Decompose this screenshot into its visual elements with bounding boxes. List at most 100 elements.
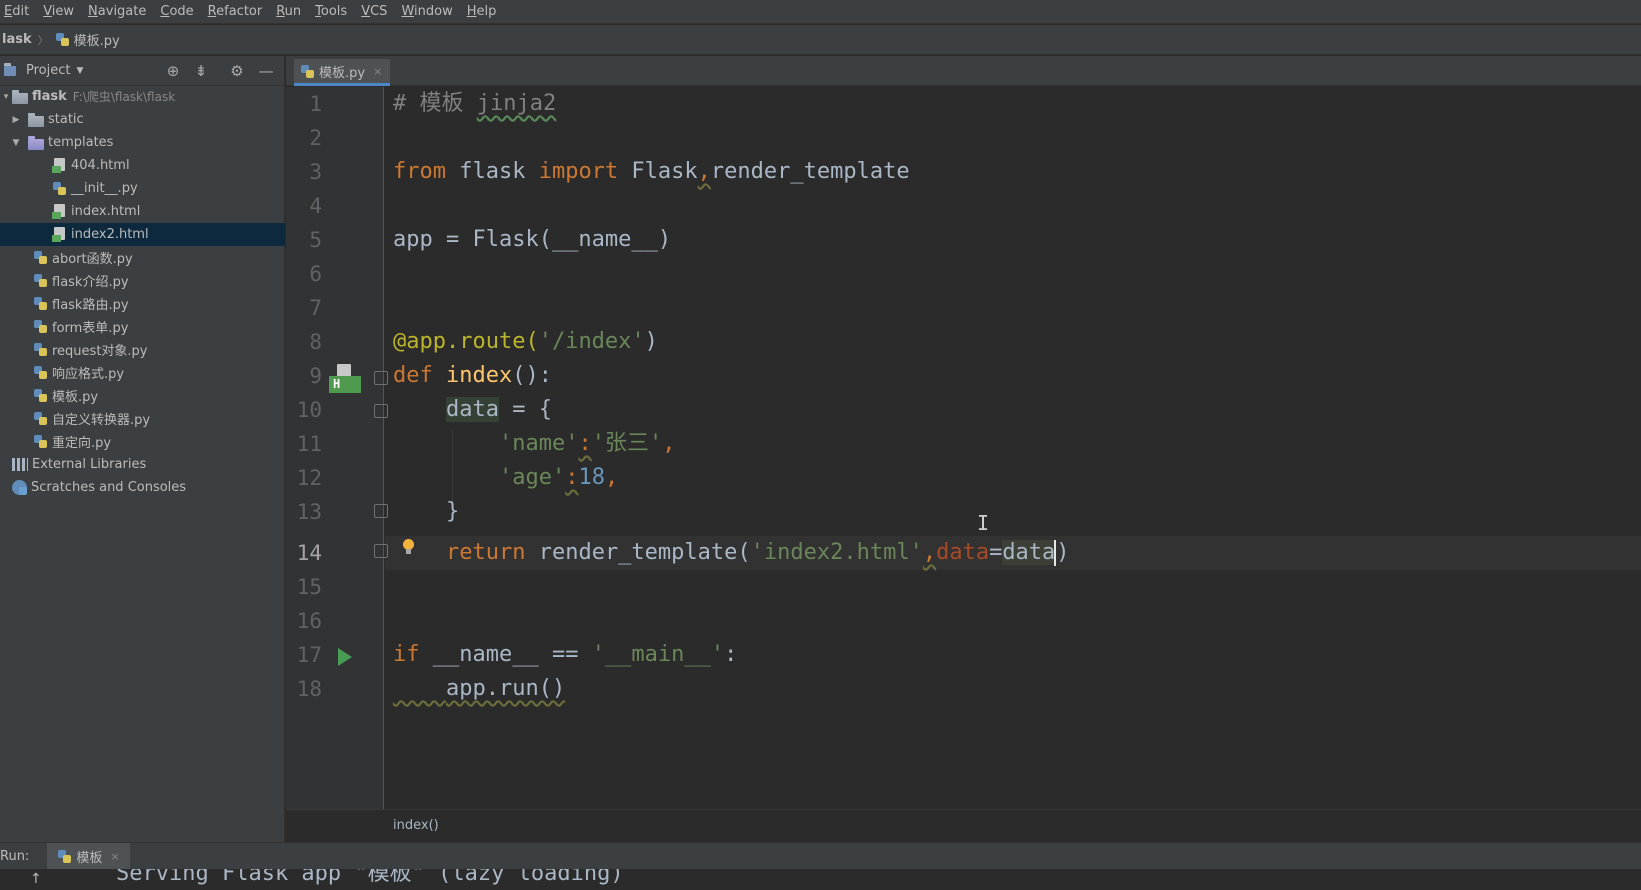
code-line-5: app = Flask(__name__) bbox=[393, 223, 671, 257]
tree-item-external-libraries[interactable]: External Libraries bbox=[0, 453, 285, 476]
tree-item-template-py[interactable]: 模板.py bbox=[0, 384, 285, 407]
tree-item-response-py[interactable]: 响应格式.py bbox=[0, 361, 285, 384]
code-function-name: index bbox=[446, 363, 513, 388]
tree-item-index2-html[interactable]: index2.html bbox=[0, 223, 285, 246]
line-number: 12 bbox=[296, 466, 322, 490]
template-marker-icon[interactable]: H bbox=[329, 364, 361, 396]
tree-item-request-py[interactable]: request对象.py bbox=[0, 338, 285, 361]
html-file-icon bbox=[52, 158, 67, 173]
code-comment-word: jinja2 bbox=[476, 91, 557, 116]
code-line-8: @app.route('/index') bbox=[393, 325, 658, 359]
tree-item-static[interactable]: ▶ static bbox=[0, 108, 285, 131]
code-comment: # 模板 bbox=[393, 91, 477, 116]
tree-item-abort-py[interactable]: abort函数.py bbox=[0, 246, 285, 269]
code-keyword: from bbox=[393, 159, 446, 184]
run-tab-template[interactable]: 模板 × bbox=[47, 842, 130, 870]
code-module: flask bbox=[445, 159, 539, 184]
line-number: 5 bbox=[309, 228, 322, 252]
close-icon[interactable]: × bbox=[373, 65, 382, 78]
menu-view[interactable]: View bbox=[43, 4, 74, 19]
html-file-icon bbox=[52, 227, 67, 242]
chevron-down-icon[interactable]: ▾ bbox=[0, 92, 12, 102]
line-number: 16 bbox=[296, 609, 322, 633]
project-view-selector[interactable]: Project bbox=[26, 63, 70, 78]
menu-code[interactable]: Code bbox=[160, 4, 193, 19]
python-file-icon bbox=[33, 296, 48, 311]
run-gutter-icon[interactable] bbox=[338, 648, 352, 666]
tree-item-converter-py[interactable]: 自定义转换器.py bbox=[0, 407, 285, 430]
arrow-up-icon[interactable]: ↑ bbox=[30, 871, 42, 887]
tree-item-templates[interactable]: ▼ templates bbox=[0, 131, 285, 154]
code-line-14: return render_template('index2.html',dat… bbox=[393, 536, 1070, 570]
chevron-right-icon[interactable]: ▶ bbox=[10, 115, 22, 125]
menu-window[interactable]: Window bbox=[401, 4, 452, 19]
code-number: 18 bbox=[578, 465, 605, 490]
menu-navigate[interactable]: Navigate bbox=[88, 4, 146, 19]
line-number: 17 bbox=[296, 643, 322, 667]
tree-item-init-py[interactable]: __init__.py bbox=[0, 177, 285, 200]
tree-item-form-py[interactable]: form表单.py bbox=[0, 315, 285, 338]
tree-item-label: abort函数.py bbox=[52, 252, 133, 267]
tree-item-flask-route-py[interactable]: flask路由.py bbox=[0, 292, 285, 315]
bulb-icon[interactable] bbox=[402, 539, 414, 555]
breadcrumb-function[interactable]: index() bbox=[393, 818, 439, 833]
code-name: Flask bbox=[618, 159, 698, 184]
folder-icon bbox=[28, 112, 44, 127]
editor-tab-template-py[interactable]: 模板.py × bbox=[294, 59, 391, 86]
menu-vcs[interactable]: VCS bbox=[361, 4, 387, 19]
locate-icon[interactable]: ⊕ bbox=[164, 62, 182, 80]
code-text: } bbox=[393, 499, 460, 524]
code-line-18: app.run() bbox=[393, 672, 565, 706]
code-line-10: data = { bbox=[393, 393, 552, 427]
breadcrumb-file[interactable]: 模板.py bbox=[55, 30, 120, 49]
tree-item-flask-intro-py[interactable]: flask介绍.py bbox=[0, 269, 285, 292]
menu-run[interactable]: Run bbox=[276, 4, 301, 19]
code-paren: (): bbox=[512, 363, 552, 388]
menu-refactor[interactable]: Refactor bbox=[208, 4, 263, 19]
text-cursor-icon: I bbox=[977, 511, 990, 535]
python-file-icon bbox=[55, 32, 70, 47]
tree-item-index-html[interactable]: index.html bbox=[0, 200, 285, 223]
tree-item-redirect-py[interactable]: 重定向.py bbox=[0, 430, 285, 453]
line-number: 2 bbox=[309, 126, 322, 150]
run-console[interactable]: ↑ Serving Flask app "模板" (lazy loading) bbox=[0, 869, 1641, 890]
minimize-icon[interactable]: — bbox=[257, 62, 275, 80]
fold-marker-icon[interactable] bbox=[374, 544, 388, 558]
menu-help[interactable]: Help bbox=[467, 4, 497, 19]
code-line-1: # 模板 jinja2 bbox=[393, 87, 556, 121]
tree-item-404-html[interactable]: 404.html bbox=[0, 154, 285, 177]
code-line-13: } bbox=[393, 495, 459, 529]
chevron-down-icon[interactable]: ▼ bbox=[10, 138, 22, 148]
tree-item-label: flask介绍.py bbox=[52, 275, 129, 290]
line-number: 10 bbox=[296, 398, 322, 422]
code-keyword: import bbox=[538, 159, 619, 184]
fold-marker-icon[interactable] bbox=[374, 371, 388, 385]
code-comma: , bbox=[697, 159, 711, 184]
console-output-line: Serving Flask app "模板" (lazy loading) bbox=[116, 869, 624, 886]
line-number: 15 bbox=[296, 575, 322, 599]
close-icon[interactable]: × bbox=[110, 850, 119, 863]
fold-marker-icon[interactable] bbox=[374, 404, 388, 418]
fold-marker-icon[interactable] bbox=[374, 504, 388, 518]
code-line-11: 'name':'张三', bbox=[393, 427, 675, 461]
line-number: 18 bbox=[296, 677, 322, 701]
tree-item-label: 重定向.py bbox=[52, 436, 112, 451]
menu-edit[interactable]: Edit bbox=[4, 4, 29, 19]
tree-item-label: 自定义转换器.py bbox=[52, 413, 151, 428]
breadcrumb-project[interactable]: lask bbox=[2, 32, 32, 47]
code-call: app.run() bbox=[445, 676, 566, 701]
tree-item-scratches[interactable]: Scratches and Consoles bbox=[0, 476, 285, 499]
line-number: 7 bbox=[309, 296, 322, 320]
breadcrumb-file-label: 模板.py bbox=[73, 34, 120, 49]
run-tab-label: 模板 bbox=[76, 850, 103, 866]
chevron-down-icon[interactable]: ▼ bbox=[76, 66, 83, 76]
collapse-icon[interactable]: ⇟ bbox=[192, 62, 210, 80]
menu-tools[interactable]: Tools bbox=[315, 4, 347, 19]
code-string: 'name' bbox=[498, 431, 579, 456]
code-line-12: 'age':18, bbox=[393, 461, 618, 495]
gear-icon[interactable]: ⚙ bbox=[228, 62, 246, 80]
tree-item-flask[interactable]: ▾ flask F:\爬虫\flask\flask bbox=[0, 85, 285, 108]
